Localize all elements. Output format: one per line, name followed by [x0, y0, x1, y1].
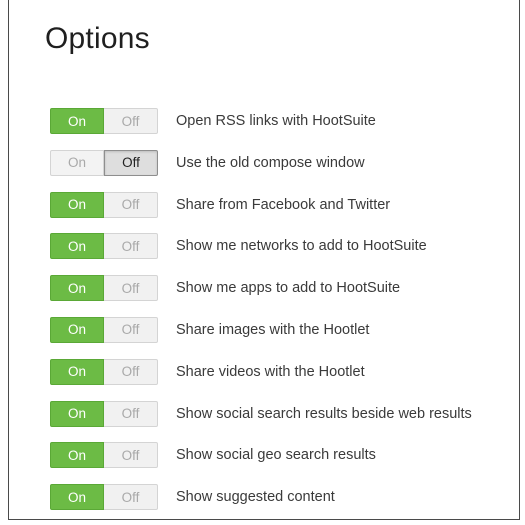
toggle-on-segment[interactable]: On [50, 149, 104, 176]
option-row-social-search: On Off Show social search results beside… [50, 400, 472, 428]
option-label: Share images with the Hootlet [176, 321, 370, 338]
toggle-off-segment[interactable]: Off [104, 275, 158, 302]
option-label: Show me apps to add to HootSuite [176, 280, 401, 297]
toggle-on-segment[interactable]: On [50, 316, 104, 343]
toggle-share-images[interactable]: On Off [50, 316, 158, 343]
option-label: Show social search results beside web re… [176, 405, 472, 422]
toggle-off-segment[interactable]: Off [104, 400, 158, 427]
toggle-open-rss[interactable]: On Off [50, 108, 158, 134]
option-row-suggested-content: On Off Show suggested content [50, 483, 472, 511]
page-title: Options [45, 22, 150, 55]
toggle-share-videos[interactable]: On Off [50, 358, 158, 385]
toggle-suggested-content[interactable]: On Off [50, 484, 158, 511]
option-row-share-facebook-twitter: On Off Share from Facebook and Twitter [50, 191, 472, 219]
option-label: Share from Facebook and Twitter [176, 196, 391, 213]
toggle-on-segment[interactable]: On [50, 400, 104, 427]
toggle-off-segment[interactable]: Off [104, 149, 158, 176]
option-row-open-rss: On Off Open RSS links with HootSuite [50, 107, 472, 135]
toggle-off-segment[interactable]: Off [104, 484, 158, 511]
toggle-off-segment[interactable]: Off [104, 108, 158, 134]
toggle-off-segment[interactable]: Off [104, 358, 158, 385]
toggle-on-segment[interactable]: On [50, 191, 104, 218]
toggle-social-search[interactable]: On Off [50, 400, 158, 427]
toggle-off-segment[interactable]: Off [104, 233, 158, 260]
option-label: Show social geo search results [176, 447, 376, 464]
toggle-on-segment[interactable]: On [50, 233, 104, 260]
toggle-share-facebook-twitter[interactable]: On Off [50, 191, 158, 218]
options-panel: Options On Off Open RSS links with HootS… [8, 0, 520, 520]
option-row-share-videos: On Off Share videos with the Hootlet [50, 358, 472, 386]
option-label: Open RSS links with HootSuite [176, 113, 376, 129]
toggle-on-segment[interactable]: On [50, 275, 104, 302]
toggle-geo-search[interactable]: On Off [50, 442, 158, 469]
toggle-show-apps[interactable]: On Off [50, 275, 158, 302]
options-list: On Off Open RSS links with HootSuite On … [50, 107, 472, 525]
toggle-old-compose[interactable]: On Off [50, 149, 158, 176]
toggle-off-segment[interactable]: Off [104, 316, 158, 343]
option-label: Share videos with the Hootlet [176, 363, 365, 380]
toggle-show-networks[interactable]: On Off [50, 233, 158, 260]
toggle-on-segment[interactable]: On [50, 442, 104, 469]
toggle-on-segment[interactable]: On [50, 484, 104, 511]
option-row-show-networks: On Off Show me networks to add to HootSu… [50, 232, 472, 260]
option-row-old-compose: On Off Use the old compose window [50, 149, 472, 177]
option-row-geo-search: On Off Show social geo search results [50, 441, 472, 469]
option-row-show-apps: On Off Show me apps to add to HootSuite [50, 274, 472, 302]
option-label: Show suggested content [176, 489, 335, 506]
toggle-off-segment[interactable]: Off [104, 191, 158, 218]
toggle-off-segment[interactable]: Off [104, 442, 158, 469]
option-label: Show me networks to add to HootSuite [176, 238, 427, 255]
toggle-on-segment[interactable]: On [50, 108, 104, 134]
option-row-share-images: On Off Share images with the Hootlet [50, 316, 472, 344]
toggle-on-segment[interactable]: On [50, 358, 104, 385]
option-label: Use the old compose window [176, 154, 365, 171]
